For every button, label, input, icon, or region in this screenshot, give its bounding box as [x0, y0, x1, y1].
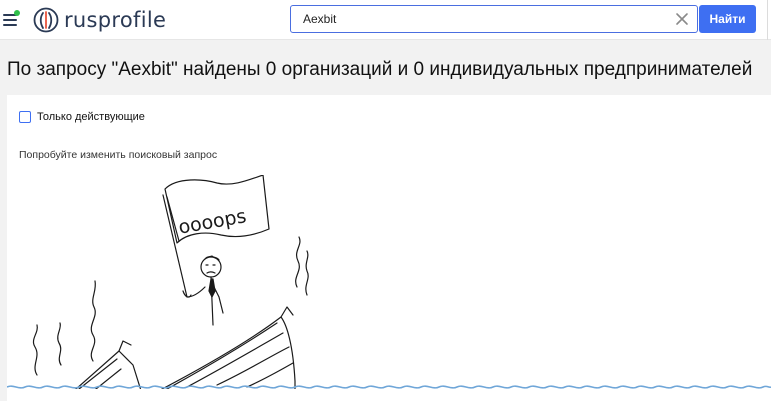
search-box — [290, 5, 698, 33]
page-title: По запросу "Aexbit" найдены 0 организаци… — [7, 59, 753, 80]
results-panel: Только действующие Попробуйте изменить п… — [7, 95, 771, 401]
top-header: rusprofile Найти — [0, 0, 771, 40]
notification-dot — [14, 10, 20, 16]
active-only-label: Только действующие — [37, 111, 145, 123]
active-only-filter[interactable]: Только действующие — [19, 111, 145, 123]
logo[interactable]: rusprofile — [33, 6, 166, 34]
empty-hint: Попробуйте изменить поисковый запрос — [19, 149, 218, 161]
sinking-boat-illustration: oooops — [7, 175, 771, 401]
search-button[interactable]: Найти — [699, 5, 756, 33]
logo-icon — [33, 7, 59, 33]
active-only-checkbox[interactable] — [19, 111, 31, 123]
header-divider — [767, 0, 768, 40]
menu-bar — [3, 24, 17, 26]
clear-icon[interactable] — [675, 12, 689, 26]
logo-text: rusprofile — [64, 8, 167, 32]
search-input[interactable] — [303, 6, 663, 32]
menu-bar — [3, 19, 17, 21]
menu-icon[interactable] — [3, 10, 21, 26]
